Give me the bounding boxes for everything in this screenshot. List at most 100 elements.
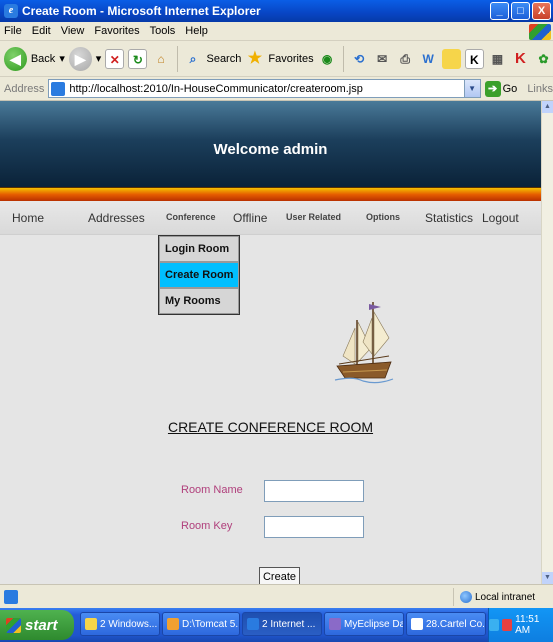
intranet-icon [460, 591, 472, 603]
menu-help[interactable]: Help [185, 25, 208, 37]
close-button[interactable]: X [532, 2, 551, 20]
minimize-button[interactable]: _ [490, 2, 509, 20]
menu-edit[interactable]: Edit [32, 25, 51, 37]
nav-statistics[interactable]: Statistics [425, 211, 473, 225]
toolbar: ◀ Back ▾ ▶ ▾ ✕ ↻ ⌂ ⌕ Search ★ Favorites … [0, 41, 553, 77]
forward-dropdown-icon[interactable]: ▾ [96, 52, 102, 65]
favorites-button-label[interactable]: Favorites [268, 53, 313, 65]
taskbar-item-windows[interactable]: 2 Windows... [80, 612, 160, 636]
research-icon[interactable]: ▦ [488, 49, 507, 69]
print-icon[interactable]: ⎙ [396, 49, 415, 69]
folder-icon [85, 618, 97, 630]
address-url[interactable]: http://localhost:2010/In-HouseCommunicat… [69, 83, 362, 95]
menu-view[interactable]: View [61, 25, 85, 37]
page-favicon-icon [51, 81, 66, 96]
address-dropdown-icon[interactable]: ▼ [463, 80, 480, 97]
nav-addresses[interactable]: Addresses [88, 211, 145, 225]
scroll-down-icon[interactable]: ▼ [542, 572, 553, 584]
console-icon [167, 618, 179, 630]
mail-icon[interactable]: ✉ [373, 49, 392, 69]
create-button[interactable]: Create [259, 567, 300, 584]
back-button-label[interactable]: Back [31, 53, 55, 65]
forward-arrow-icon[interactable]: ▶ [68, 46, 92, 71]
nav-conference[interactable]: Conference [166, 212, 216, 222]
tray-app-icon[interactable] [502, 619, 513, 631]
welcome-text: Welcome admin [213, 141, 328, 158]
menu-tools[interactable]: Tools [150, 25, 176, 37]
toolbar-divider [342, 45, 344, 72]
page-heading: CREATE CONFERENCE ROOM [0, 419, 541, 435]
stop-icon[interactable]: ✕ [105, 48, 125, 69]
taskbar-item-label: 2 Windows... [100, 618, 158, 630]
tray-clock[interactable]: 11:51 AM [515, 614, 550, 636]
nav-options[interactable]: Options [366, 212, 400, 222]
search-button-label[interactable]: Search [206, 53, 241, 65]
status-page-icon [4, 589, 18, 604]
maximize-button[interactable]: □ [511, 2, 530, 20]
banner-stripe [0, 187, 541, 201]
nav-user-related[interactable]: User Related [286, 212, 341, 222]
links-button[interactable]: Links [527, 83, 553, 95]
go-label: Go [502, 82, 518, 95]
submenu-login-room[interactable]: Login Room [159, 236, 239, 262]
taskbar-item-internet[interactable]: 2 Internet ... [242, 612, 322, 636]
eclipse-icon [329, 618, 341, 630]
k-plugin-icon[interactable]: K [511, 49, 530, 69]
room-key-input[interactable] [264, 516, 364, 538]
search-icon[interactable]: ⌕ [183, 49, 202, 69]
status-bar: Local intranet [0, 584, 553, 608]
toolbar-divider [176, 45, 178, 72]
edit-icon[interactable]: W [419, 49, 438, 69]
security-zone-label: Local intranet [475, 591, 536, 603]
nav-home[interactable]: Home [12, 211, 44, 225]
room-name-label: Room Name [181, 484, 243, 496]
submenu-create-room[interactable]: Create Room [159, 262, 239, 288]
start-label: start [25, 616, 58, 634]
taskbar-item-label: 28.Cartel Co... [426, 618, 486, 630]
windows-flag-icon [529, 24, 551, 40]
refresh-icon[interactable]: ↻ [128, 48, 148, 69]
ie-logo-icon: e [4, 4, 18, 18]
tray-network-icon[interactable] [488, 619, 500, 631]
ie-icon [247, 618, 259, 630]
nav-offline[interactable]: Offline [233, 211, 267, 225]
scroll-up-icon[interactable]: ▲ [542, 101, 553, 113]
menu-file[interactable]: File [4, 25, 22, 37]
sailing-ship-image [334, 302, 394, 384]
go-button[interactable]: ➔ Go [484, 80, 518, 97]
taskbar-item-document[interactable]: 28.Cartel Co... [406, 612, 486, 636]
vertical-scrollbar[interactable]: ▲ ▼ [541, 101, 553, 584]
address-input[interactable]: http://localhost:2010/In-HouseCommunicat… [48, 79, 481, 98]
taskbar-item-label: MyEclipse Da... [344, 618, 404, 630]
start-button[interactable]: start [0, 610, 74, 640]
msn-icon[interactable]: ✿ [534, 49, 553, 69]
taskbar-item-tomcat[interactable]: D:\Tomcat 5... [162, 612, 240, 636]
favorites-star-icon[interactable]: ★ [245, 49, 264, 69]
address-bar: Address http://localhost:2010/In-HouseCo… [0, 77, 553, 101]
room-name-input[interactable] [264, 480, 364, 502]
media-icon[interactable]: ◉ [318, 49, 337, 69]
back-dropdown-icon[interactable]: ▾ [59, 52, 65, 65]
home-icon[interactable]: ⌂ [151, 49, 170, 69]
submenu-my-rooms[interactable]: My Rooms [159, 288, 239, 314]
nav-logout[interactable]: Logout [482, 211, 519, 225]
taskbar-item-label: 2 Internet ... [262, 618, 316, 630]
page-viewport: Welcome admin Home Addresses Conference … [0, 101, 541, 584]
conference-submenu: Login Room Create Room My Rooms [158, 235, 240, 315]
menu-bar: File Edit View Favorites Tools Help [0, 22, 553, 41]
address-label: Address [4, 82, 45, 95]
taskbar: start 2 Windows... D:\Tomcat 5... 2 Inte… [0, 608, 553, 642]
window-title: Create Room - Microsoft Internet Explore… [22, 4, 261, 18]
folder-icon[interactable] [441, 48, 461, 69]
site-nav-bar: Home Addresses Conference Offline User R… [0, 201, 541, 235]
page-banner: Welcome admin [0, 101, 541, 187]
taskbar-item-myeclipse[interactable]: MyEclipse Da... [324, 612, 404, 636]
go-arrow-icon: ➔ [484, 80, 501, 97]
taskbar-item-label: D:\Tomcat 5... [182, 618, 240, 630]
history-icon[interactable]: ⟲ [350, 49, 369, 69]
room-key-label: Room Key [181, 520, 233, 532]
messenger-icon[interactable]: K [464, 48, 484, 69]
back-arrow-icon[interactable]: ◀ [4, 46, 27, 71]
menu-favorites[interactable]: Favorites [94, 25, 139, 37]
document-icon [411, 618, 423, 630]
